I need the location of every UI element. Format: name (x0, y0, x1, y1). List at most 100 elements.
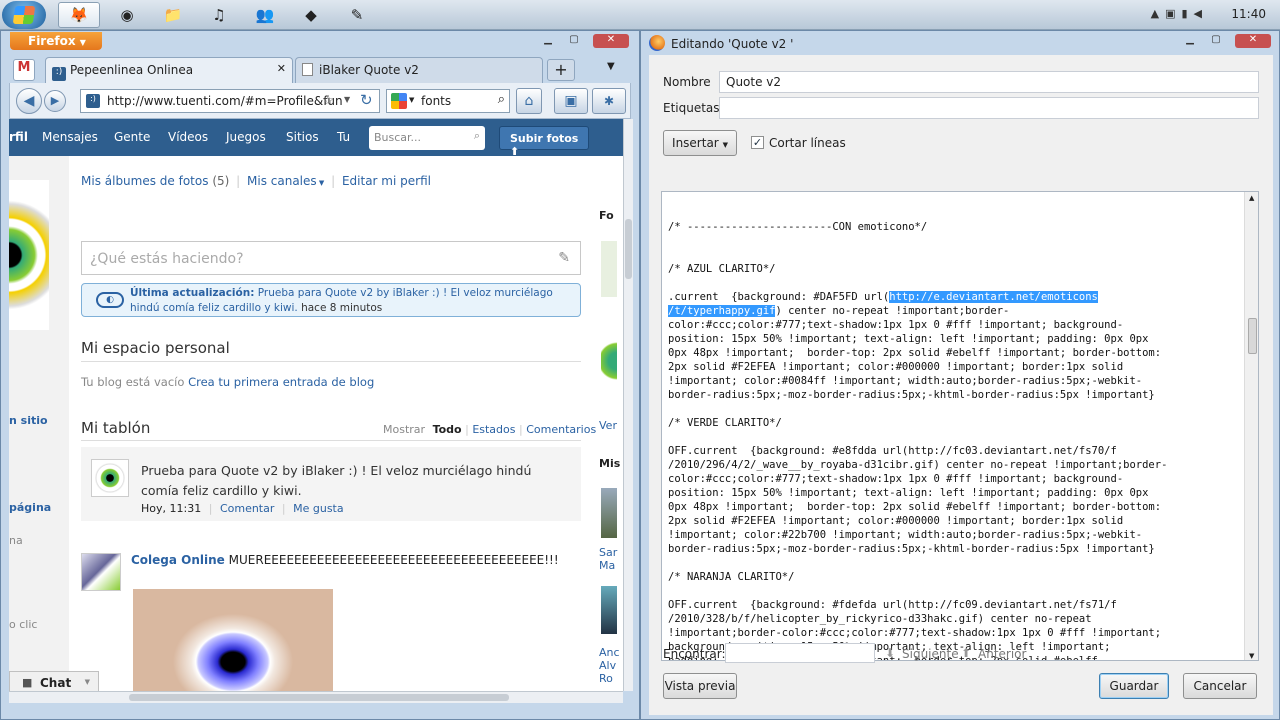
code-text[interactable]: /* -----------------------CON emoticono*… (668, 192, 1246, 660)
insert-button[interactable]: Insertar ▼ (663, 130, 737, 156)
tab-iblaker[interactable]: iBlaker Quote v2 (295, 57, 543, 83)
search-icon[interactable]: ⌕ (498, 92, 505, 107)
nav-juegos[interactable]: Juegos (226, 130, 266, 144)
code-line: !important; color:#0084ff !important; wi… (668, 375, 1143, 387)
post-text: Prueba para Quote v2 by iBlaker :) ! El … (141, 463, 532, 498)
code-line: /* VERDE CLARITO*/ (668, 417, 782, 429)
name-input[interactable]: Quote v2 (719, 71, 1259, 93)
code-editor[interactable]: /* -----------------------CON emoticono*… (661, 191, 1259, 661)
search-icon[interactable]: ⌕ (474, 129, 480, 143)
home-button[interactable]: ⌂ (516, 88, 542, 114)
tab-pepeenlinea[interactable]: :) Pepeenlinea Onlinea ✕ (45, 57, 293, 83)
albums-link[interactable]: Mis álbumes de fotos (81, 174, 208, 188)
nav-profile[interactable]: rfil (9, 130, 28, 144)
profile-picture[interactable] (9, 180, 49, 330)
filter-states[interactable]: Estados (472, 423, 515, 436)
right-fragment-alv[interactable]: Alv (599, 659, 616, 672)
close-button[interactable]: ✕ (1235, 34, 1271, 48)
nav-sitios[interactable]: Sitios (286, 130, 319, 144)
status-placeholder: ¿Qué estás haciendo? (90, 251, 244, 267)
gmail-app-tab[interactable]: M (13, 59, 35, 81)
search-placeholder: Buscar... (374, 131, 422, 144)
reload-icon[interactable]: ↻ (360, 91, 373, 109)
find-prev-button[interactable]: Anterior (978, 647, 1026, 661)
page-vertical-scrollbar[interactable] (623, 119, 633, 691)
code-scroll-thumb[interactable] (1248, 318, 1257, 354)
extension-button[interactable]: ✱ (592, 88, 626, 114)
hscroll-thumb[interactable] (129, 694, 509, 701)
chrome-taskbar-icon[interactable]: ◉ (106, 2, 148, 28)
tray-icons[interactable]: ▲▣▮◀ (1151, 7, 1208, 20)
tab-label: Pepeenlinea Onlinea (70, 63, 194, 77)
name-label: Nombre (663, 75, 711, 89)
close-button[interactable]: ✕ (593, 34, 629, 48)
url-bar[interactable]: :) http://www.tuenti.com/#m=Profile&fun (80, 89, 380, 113)
maximize-button[interactable]: ▢ (1205, 34, 1227, 48)
minimize-button[interactable]: ▁ (1179, 34, 1201, 48)
author-link[interactable]: Colega Online (131, 553, 225, 567)
messenger-taskbar-icon[interactable]: 👥 (244, 2, 286, 28)
bookmark-star-icon[interactable]: ☆ (322, 93, 335, 109)
left-link-sitio[interactable]: n sitio (9, 414, 48, 427)
code-vertical-scrollbar[interactable]: ▲ ▼ (1244, 192, 1258, 660)
save-button[interactable]: Guardar (1099, 673, 1169, 699)
maximize-button[interactable]: ▢ (563, 34, 585, 48)
edit-profile-link[interactable]: Editar mi perfil (342, 174, 431, 188)
status-input[interactable]: ¿Qué estás haciendo? ✎ (81, 241, 581, 275)
upload-arrow-icon: ⬆ (510, 145, 520, 158)
addon-button[interactable]: ▣ (554, 88, 588, 114)
firefox-taskbar-icon[interactable]: 🦊 (58, 2, 100, 28)
cancel-button[interactable]: Cancelar (1183, 673, 1257, 699)
right-fragment-ro[interactable]: Ro (599, 672, 613, 685)
search-bar[interactable]: ▼ fonts ⌕ (386, 89, 510, 113)
start-button[interactable] (2, 1, 46, 29)
nav-videos[interactable]: Vídeos (168, 130, 208, 144)
filter-comments[interactable]: Comentarios (526, 423, 596, 436)
code-line: border-radius:5px;-moz-border-radius:5px… (668, 389, 1155, 401)
new-tab-button[interactable]: + (547, 59, 575, 81)
url-dropdown-icon[interactable]: ▼ (344, 95, 350, 104)
paint-taskbar-icon[interactable]: ✎ (336, 2, 378, 28)
right-fragment-ma[interactable]: Ma (599, 559, 615, 572)
right-fragment-anc[interactable]: Anc (599, 646, 620, 659)
comment-link[interactable]: Comentar (220, 502, 274, 515)
nav-gente[interactable]: Gente (114, 130, 150, 144)
firefox-menu-button[interactable]: Firefox ▼ (10, 32, 102, 50)
scroll-down-icon[interactable]: ▼ (1249, 652, 1254, 660)
tab-close-icon[interactable]: ✕ (277, 62, 286, 75)
create-blog-link[interactable]: Crea tu primera entrada de blog (188, 375, 374, 389)
preview-button[interactable]: Vista previa (663, 673, 737, 699)
wrap-checkbox[interactable]: ✓ (751, 136, 764, 149)
scroll-up-icon[interactable]: ▲ (1249, 194, 1254, 202)
tags-input[interactable] (719, 97, 1259, 119)
right-fragment-mis: Mis (599, 457, 621, 470)
post-avatar[interactable] (91, 459, 129, 497)
right-fragment-sar[interactable]: Sar (599, 546, 617, 559)
itunes-taskbar-icon[interactable]: ♫ (198, 2, 240, 28)
scroll-thumb[interactable] (625, 219, 632, 279)
upload-photos-button[interactable]: Subir fotos ⬆ (499, 126, 589, 158)
page-horizontal-scrollbar[interactable] (9, 691, 623, 703)
filter-all[interactable]: Todo (433, 423, 462, 436)
tuenti-search-input[interactable]: Buscar... ⌕ (369, 126, 485, 150)
tab-list-icon[interactable]: ▼ (607, 61, 615, 72)
dropbox-taskbar-icon[interactable]: ◆ (290, 2, 332, 28)
back-button[interactable]: ◀ (16, 88, 42, 114)
clock[interactable]: 11:40 (1231, 7, 1266, 21)
colega-avatar[interactable] (81, 553, 121, 591)
channels-link[interactable]: Mis canales (247, 174, 317, 188)
nav-mensajes[interactable]: Mensajes (42, 130, 98, 144)
find-next-button[interactable]: Siguiente (902, 647, 959, 661)
right-fragment-ver[interactable]: Ver (599, 419, 617, 432)
find-input[interactable] (725, 643, 875, 663)
nav-tu[interactable]: Tu (337, 130, 350, 144)
like-link[interactable]: Me gusta (293, 502, 344, 515)
navigation-toolbar: ◀ ▶ :) http://www.tuenti.com/#m=Profile&… (9, 83, 631, 119)
left-link-pagina[interactable]: página (9, 501, 51, 514)
minimize-button[interactable]: ▁ (537, 34, 559, 48)
eye-photo[interactable] (133, 589, 333, 691)
search-engine-dropdown-icon[interactable]: ▼ (409, 96, 414, 104)
forward-button[interactable]: ▶ (44, 90, 66, 112)
folder-taskbar-icon[interactable]: 📁 (152, 2, 194, 28)
right-fragment-fo: Fo (599, 209, 614, 222)
